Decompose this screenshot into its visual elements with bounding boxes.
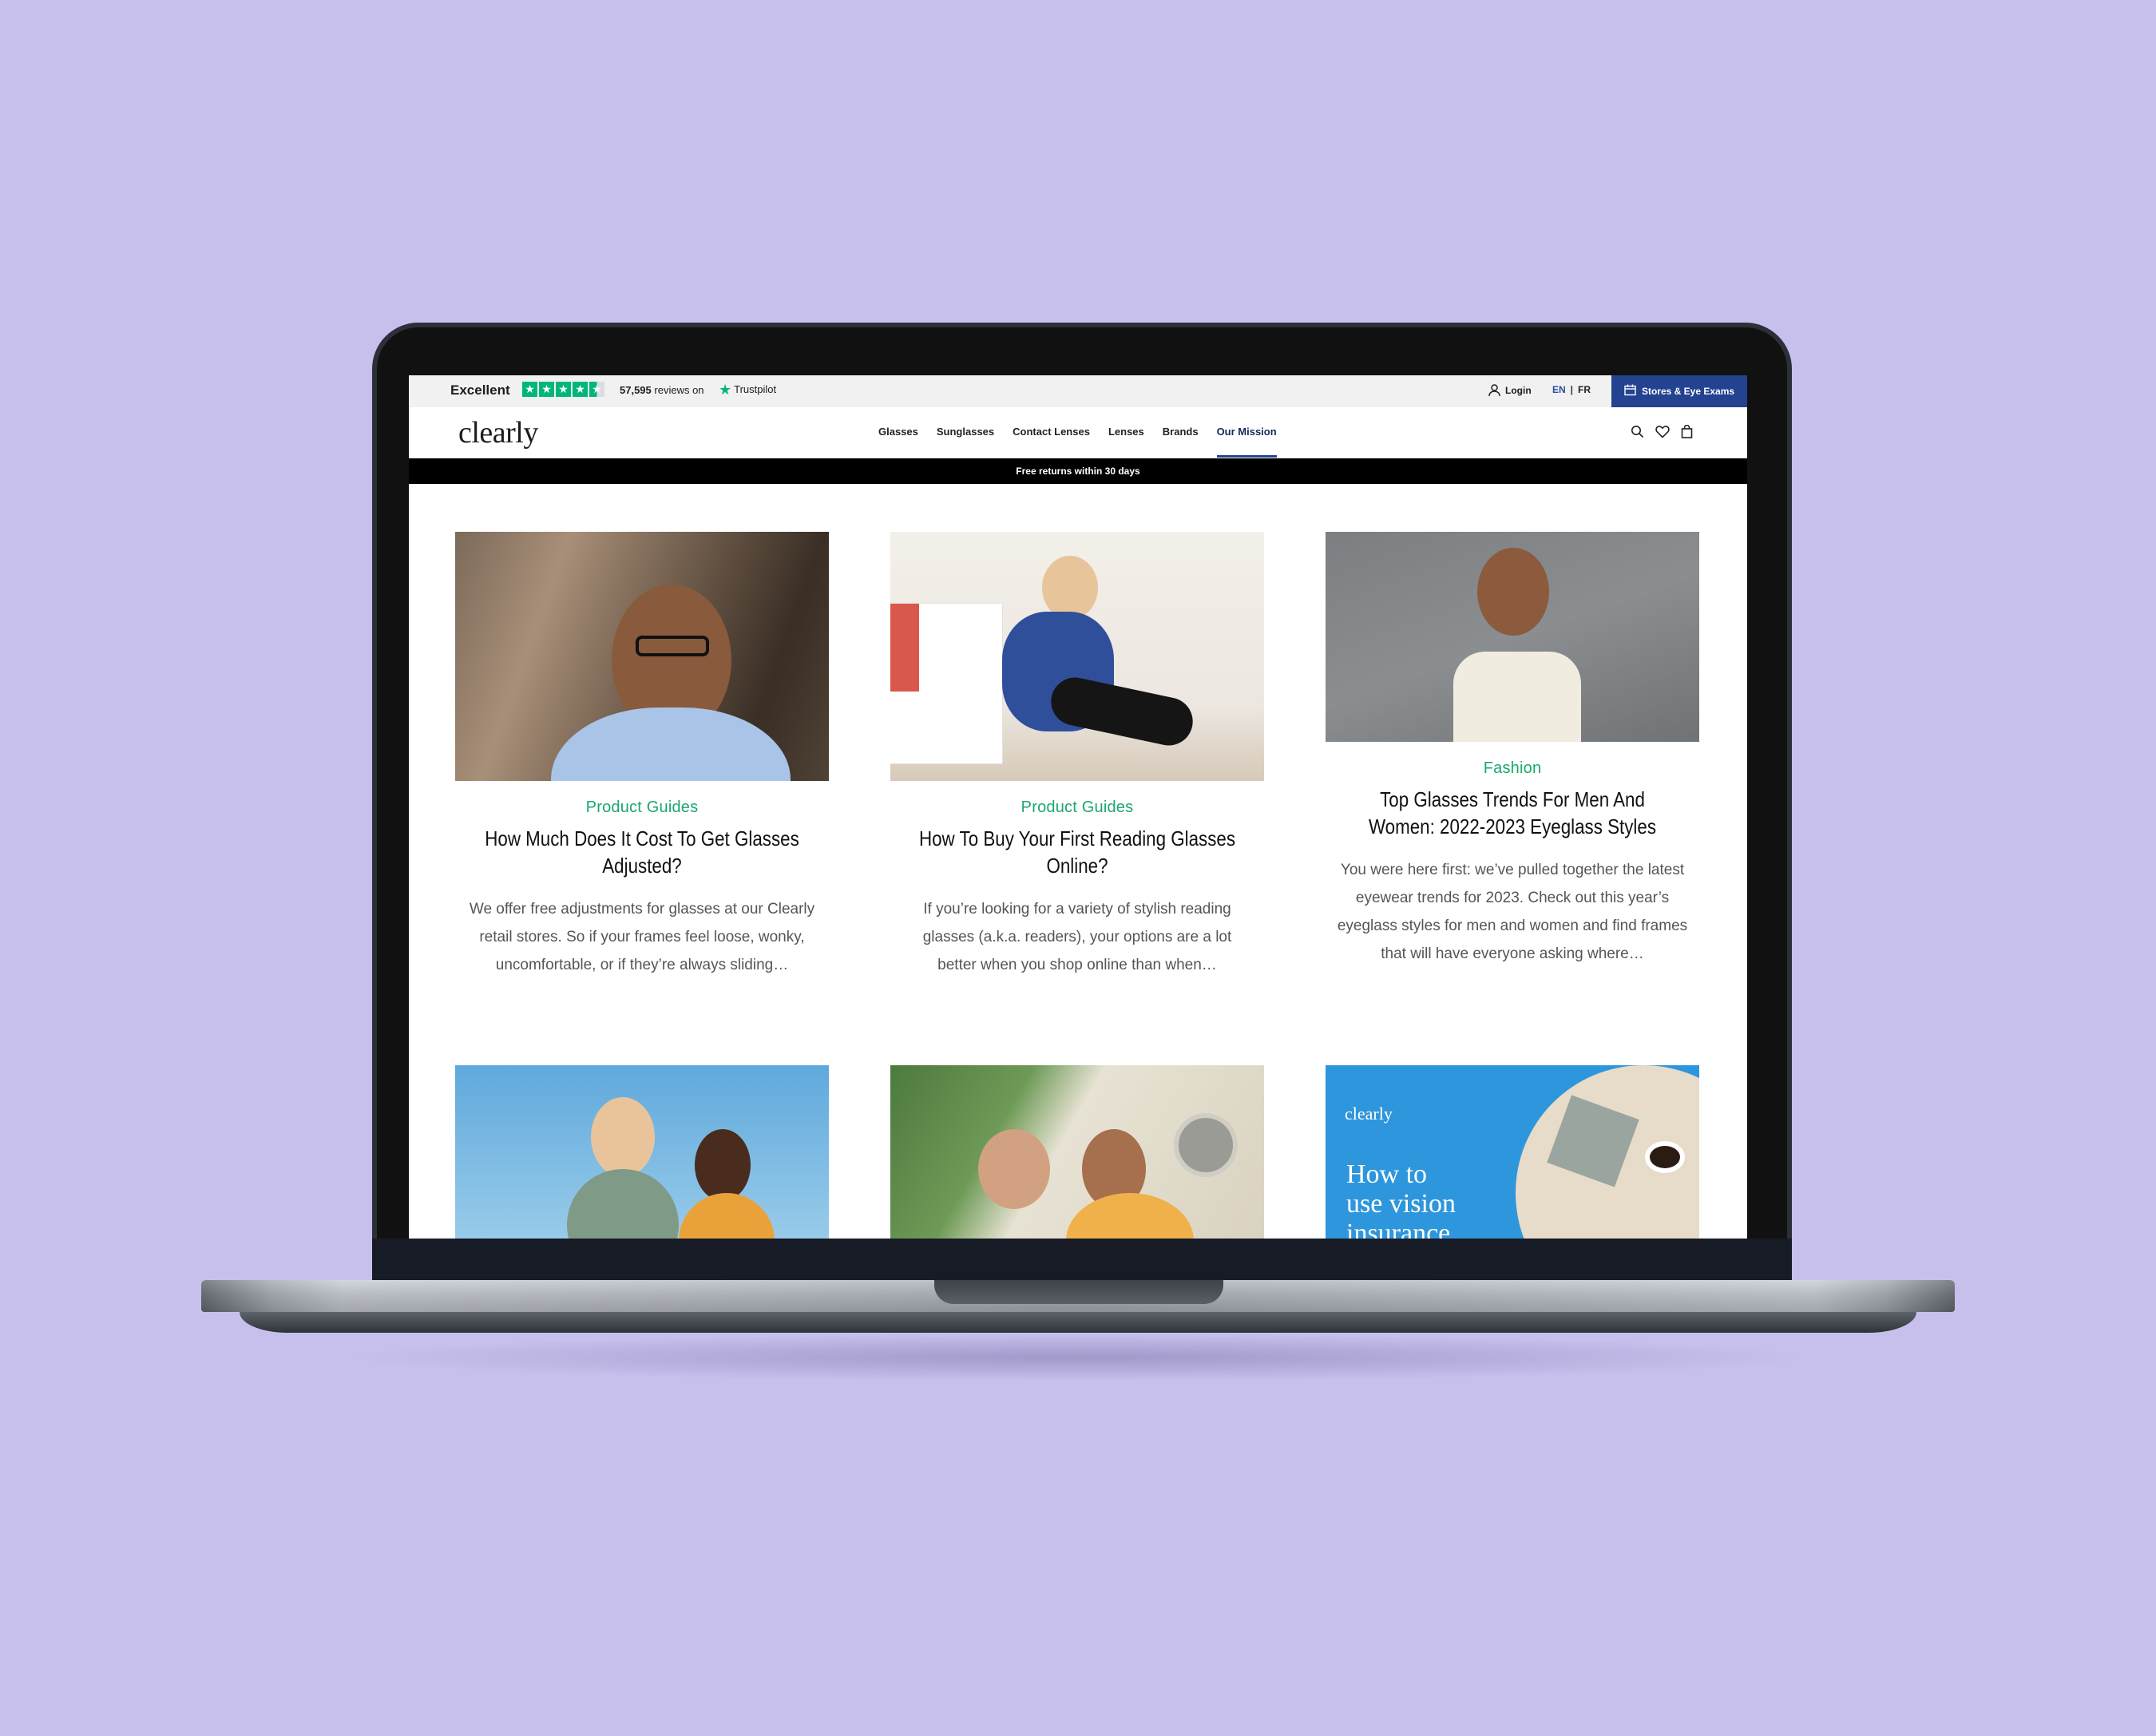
- photo-glasses: [636, 636, 709, 656]
- article-image-couple-sky[interactable]: [455, 1065, 829, 1239]
- article-excerpt: You were here first: we’ve pulled togeth…: [1337, 862, 1688, 962]
- nav-contact-lenses[interactable]: Contact Lenses: [1013, 426, 1090, 438]
- laptop-notch: [934, 1280, 1223, 1304]
- photo-shirt: [679, 1193, 775, 1239]
- photo-face-woman: [978, 1129, 1050, 1209]
- language-switcher: EN | FR: [1552, 384, 1591, 395]
- article-excerpt: We offer free adjustments for glasses at…: [469, 901, 815, 973]
- article-image-woman-reading-glasses[interactable]: [890, 532, 1264, 781]
- login-link[interactable]: Login: [1488, 384, 1532, 397]
- promo-banner: Free returns within 30 days: [409, 458, 1747, 484]
- photo-face: [1477, 548, 1549, 636]
- nav-glasses[interactable]: Glasses: [878, 426, 918, 438]
- star-icon: ★: [522, 382, 537, 397]
- stores-eye-exams-button[interactable]: Stores & Eye Exams: [1611, 375, 1747, 407]
- photo-face-man: [695, 1129, 751, 1201]
- star-icon: ★: [556, 382, 571, 397]
- clearly-logo[interactable]: clearly: [458, 415, 538, 450]
- photo-towel: [890, 604, 919, 692]
- promo-card[interactable]: clearly How to use vision insurance: [1326, 1065, 1699, 1239]
- nav-lenses[interactable]: Lenses: [1108, 426, 1144, 438]
- trustpilot-label: Trustpilot: [734, 383, 777, 395]
- star-icon: ★: [539, 382, 554, 397]
- article-category[interactable]: Product Guides: [455, 799, 829, 817]
- nav-brands[interactable]: Brands: [1163, 426, 1199, 438]
- article-image-man-glasses[interactable]: [455, 532, 829, 781]
- article-title[interactable]: How To Buy Your First Reading Glasses On…: [917, 825, 1238, 879]
- laptop-chin: [372, 1239, 1792, 1280]
- article-card[interactable]: Fashion Top Glasses Trends For Men And W…: [1326, 532, 1699, 968]
- trustpilot-stars[interactable]: ★ ★ ★ ★ ★: [522, 382, 604, 397]
- promo-headline-line-3: insurance: [1346, 1219, 1451, 1239]
- trustpilot-rating-word: Excellent: [450, 382, 510, 398]
- article-title[interactable]: How Much Does It Cost To Get Glasses Adj…: [482, 825, 803, 879]
- promo-headline-line-1: How to: [1346, 1159, 1428, 1189]
- browser-screen: Excellent ★ ★ ★ ★ ★ 57,595 reviews on ★ T…: [409, 375, 1747, 1239]
- star-icon: ★: [573, 382, 588, 397]
- nav-links: Glasses Sunglasses Contact Lenses Lenses…: [878, 426, 1277, 458]
- trustpilot-logo[interactable]: ★ Trustpilot: [719, 381, 777, 398]
- reviews-count: 57,595: [620, 384, 652, 396]
- article-card[interactable]: [890, 1065, 1264, 1239]
- photo-headlight: [1174, 1113, 1238, 1177]
- article-card[interactable]: Product Guides How To Buy Your First Rea…: [890, 532, 1264, 979]
- photo-face-woman: [591, 1097, 655, 1177]
- lang-separator: |: [1570, 384, 1574, 395]
- article-image-couple-van[interactable]: [890, 1065, 1264, 1239]
- photo-coffee: [1645, 1141, 1685, 1173]
- search-icon[interactable]: [1631, 425, 1644, 438]
- heart-icon[interactable]: [1655, 425, 1670, 438]
- article-card[interactable]: Product Guides How Much Does It Cost To …: [455, 532, 829, 979]
- photo-face: [1042, 556, 1098, 620]
- promo-logo: clearly: [1345, 1104, 1393, 1124]
- promo-headline-line-2: use vision: [1346, 1189, 1456, 1219]
- vision-insurance-promo[interactable]: clearly How to use vision insurance: [1326, 1065, 1699, 1239]
- article-card[interactable]: [455, 1065, 829, 1239]
- user-icon: [1488, 384, 1500, 397]
- article-title[interactable]: Top Glasses Trends For Men And Women: 20…: [1352, 786, 1673, 840]
- main-nav: clearly Glasses Sunglasses Contact Lense…: [409, 407, 1747, 458]
- lang-en[interactable]: EN: [1552, 384, 1566, 395]
- laptop-shadow: [335, 1334, 1821, 1381]
- article-category[interactable]: Fashion: [1326, 759, 1699, 778]
- article-excerpt: If you’re looking for a variety of styli…: [922, 901, 1232, 973]
- photo-legs: [1046, 672, 1198, 751]
- promo-headline: How to use vision insurance: [1346, 1159, 1456, 1239]
- nav-icons: [1631, 425, 1693, 438]
- lang-fr[interactable]: FR: [1578, 384, 1591, 395]
- photo-top: [1453, 652, 1581, 742]
- laptop-base-bottom: [240, 1312, 1916, 1333]
- half-star-icon: ★: [589, 382, 604, 397]
- bag-icon[interactable]: [1681, 425, 1693, 438]
- article-category[interactable]: Product Guides: [890, 799, 1264, 817]
- top-bar: Excellent ★ ★ ★ ★ ★ 57,595 reviews on ★ T…: [409, 375, 1747, 407]
- reviews-suffix: reviews on: [654, 384, 704, 396]
- photo-sweater: [567, 1169, 679, 1239]
- nav-sunglasses[interactable]: Sunglasses: [937, 426, 994, 438]
- photo-shirt: [1066, 1193, 1194, 1239]
- trustpilot-reviews[interactable]: 57,595 reviews on: [620, 384, 704, 396]
- photo-shirt: [551, 707, 791, 781]
- login-label: Login: [1505, 385, 1532, 396]
- trustpilot-star-icon: ★: [719, 381, 732, 398]
- nav-our-mission[interactable]: Our Mission: [1216, 426, 1277, 458]
- article-image-woman-glasses-trends[interactable]: [1326, 532, 1699, 742]
- stores-button-label: Stores & Eye Exams: [1641, 386, 1735, 397]
- calendar-icon: [1624, 384, 1636, 398]
